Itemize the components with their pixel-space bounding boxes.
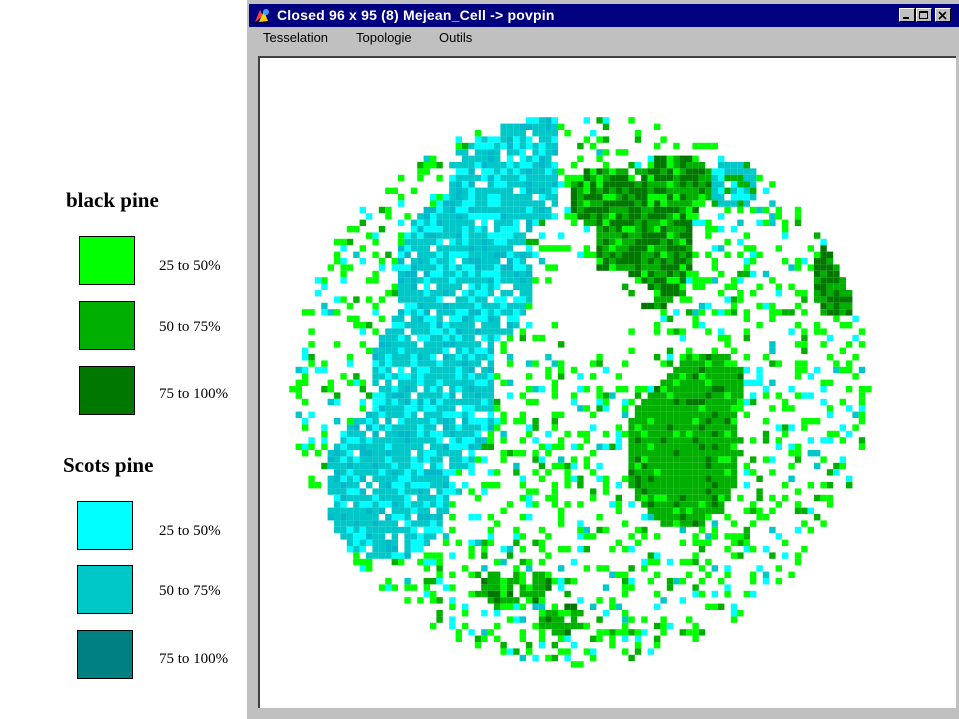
legend-swatch-black-pine-50 xyxy=(79,301,135,350)
legend-panel: black pine 25 to 50% 50 to 75% 75 to 100… xyxy=(0,0,248,719)
close-icon xyxy=(938,10,947,20)
menu-tesselation[interactable]: Tesselation xyxy=(263,30,328,46)
legend-label-scots-pine-75: 75 to 100% xyxy=(159,651,229,667)
menu-topologie[interactable]: Topologie xyxy=(356,30,412,46)
menu-outils[interactable]: Outils xyxy=(439,30,472,46)
legend-swatch-black-pine-75 xyxy=(79,366,135,415)
legend-swatch-scots-pine-25 xyxy=(77,501,133,550)
legend-label-black-pine-75: 75 to 100% xyxy=(159,386,229,402)
legend-swatch-black-pine-25 xyxy=(79,236,135,285)
app-window: Closed 96 x 95 (8) Mejean_Cell -> povpin… xyxy=(245,0,959,719)
legend-label-scots-pine-50: 50 to 75% xyxy=(159,583,221,599)
vegetation-map xyxy=(289,117,872,668)
minimize-button[interactable] xyxy=(899,8,915,22)
legend-swatch-scots-pine-75 xyxy=(77,630,133,679)
close-button[interactable] xyxy=(935,8,951,22)
legend-label-black-pine-50: 50 to 75% xyxy=(159,319,221,335)
app-icon[interactable] xyxy=(253,7,271,24)
menu-bar: Tesselation Topologie Outils xyxy=(249,28,959,48)
window-title: Closed 96 x 95 (8) Mejean_Cell -> povpin xyxy=(277,7,555,23)
legend-title-scots-pine: Scots pine xyxy=(63,453,154,477)
map-canvas[interactable] xyxy=(258,56,956,708)
maximize-icon xyxy=(919,10,928,19)
maximize-button[interactable] xyxy=(916,8,932,22)
legend-label-scots-pine-25: 25 to 50% xyxy=(159,523,221,539)
legend-title-black-pine: black pine xyxy=(66,188,159,212)
legend-label-black-pine-25: 25 to 50% xyxy=(159,258,221,274)
minimize-icon xyxy=(903,17,909,19)
window-titlebar[interactable]: Closed 96 x 95 (8) Mejean_Cell -> povpin xyxy=(249,4,959,27)
legend-swatch-scots-pine-50 xyxy=(77,565,133,614)
